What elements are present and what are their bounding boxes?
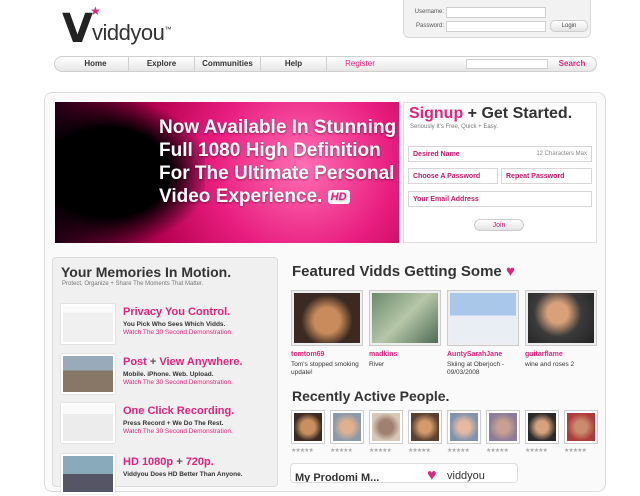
active-person[interactable]: ★★★★★ — [525, 410, 559, 458]
viddyou-logo[interactable]: V ★ viddyou™ — [62, 4, 172, 52]
vidd-description: River — [369, 361, 385, 368]
hero-headline: Now Available In Stunning Full 1080 High… — [159, 117, 397, 207]
feature-hd: HD 1080p + 720p. Viddyou Does HD Better … — [61, 454, 271, 496]
active-person[interactable]: ★★★★★ — [486, 410, 520, 458]
vidd-thumbnail[interactable] — [447, 290, 519, 346]
feature-recording: One Click Recording. Press Record + We D… — [61, 403, 271, 445]
main-nav: Home Explore Communities Help Register S… — [54, 56, 597, 72]
vidd-description: Tom's stopped smoking update! — [291, 361, 359, 376]
password-label: Password: — [415, 23, 444, 29]
person-avatar[interactable] — [486, 410, 520, 444]
active-person[interactable]: ★★★★★ — [330, 410, 364, 458]
logo-wordmark: viddyou™ — [92, 20, 171, 45]
feature-heading: One Click Recording. — [123, 405, 235, 417]
featured-vidds-title: Featured Vidds Getting Some ♥ — [292, 263, 515, 280]
feature-description: You Pick Who Sees Which Vidds. — [123, 321, 226, 328]
memories-title: Your Memories In Motion. — [61, 264, 232, 280]
memories-subtitle: Protect, Organize + Share The Moments Th… — [62, 281, 204, 287]
nav-home[interactable]: Home — [63, 57, 129, 71]
active-person[interactable]: ★★★★★ — [369, 410, 403, 458]
nav-register[interactable]: Register — [327, 57, 393, 71]
promo-banner[interactable]: My Prodomi M... ♥ viddyou — [290, 463, 518, 483]
person-rating: ★★★★★ — [486, 448, 509, 454]
active-person[interactable]: ★★★★★ — [447, 410, 481, 458]
feature-post-view: Post + View Anywhere. Mobile. iPhone. We… — [61, 354, 271, 396]
email-field[interactable]: Your Email Address — [408, 191, 592, 207]
vidd-username[interactable]: guitarflame — [525, 351, 563, 358]
nav-help[interactable]: Help — [261, 57, 327, 71]
vidd-username[interactable]: madkins — [369, 351, 397, 358]
feature-description: Mobile. iPhone. Web. Upload. — [123, 371, 214, 378]
name-hint: 12 Characters Max — [536, 151, 587, 157]
username-label: Username: — [414, 9, 444, 15]
recently-active-title: Recently Active People. — [292, 388, 450, 404]
person-avatar[interactable] — [291, 410, 325, 444]
logo-star-icon: ★ — [90, 4, 101, 18]
person-avatar[interactable] — [525, 410, 559, 444]
person-avatar[interactable] — [447, 410, 481, 444]
feature-privacy: Privacy You Control. You Pick Who Sees W… — [61, 304, 271, 346]
person-rating: ★★★★★ — [408, 448, 431, 454]
person-rating: ★★★★★ — [564, 448, 587, 454]
logo-letter: V — [62, 6, 93, 52]
featured-vidd[interactable]: guitarflame wine and roses 2 — [525, 290, 597, 370]
featured-vidd[interactable]: tomtom69 Tom's stopped smoking update! — [291, 290, 363, 376]
recording-screenshot-thumbnail[interactable] — [61, 403, 115, 443]
person-rating: ★★★★★ — [525, 448, 548, 454]
person-avatar[interactable] — [330, 410, 364, 444]
join-button[interactable]: Join — [474, 219, 524, 231]
nav-explore[interactable]: Explore — [129, 57, 195, 71]
person-avatar[interactable] — [369, 410, 403, 444]
watch-demo-link[interactable]: Watch The 30 Second Demonstration. — [123, 329, 233, 336]
person-rating: ★★★★★ — [369, 448, 392, 454]
person-rating: ★★★★★ — [447, 448, 470, 454]
signup-subtitle: Seriously It's Free, Quick + Easy. — [410, 124, 498, 130]
repeat-password-field[interactable]: Repeat Password — [501, 168, 592, 184]
feature-heading: Post + View Anywhere. — [123, 356, 243, 368]
vidd-username[interactable]: AuntySarahJane — [447, 351, 502, 358]
post-view-thumbnail[interactable] — [61, 354, 115, 394]
featured-vidd[interactable]: AuntySarahJane Skiing at Oberjoch - 09/0… — [447, 290, 519, 376]
desired-name-field[interactable]: Desired Name 12 Characters Max — [408, 146, 592, 162]
search-button[interactable]: Search — [552, 57, 592, 71]
person-rating: ★★★★★ — [330, 448, 353, 454]
signup-title: Signup + Get Started. — [409, 105, 573, 122]
watch-demo-link[interactable]: Watch The 30 Second Demonstration. — [123, 428, 233, 435]
nav-communities[interactable]: Communities — [195, 57, 261, 71]
login-button[interactable]: Login — [550, 20, 588, 32]
watch-demo-link[interactable]: Watch The 30 Second Demonstration. — [123, 379, 233, 386]
vidd-username[interactable]: tomtom69 — [291, 351, 324, 358]
vidd-description: wine and roses 2 — [525, 361, 575, 368]
heart-icon: ♥ — [427, 467, 437, 483]
feature-heading: Privacy You Control. — [123, 306, 231, 318]
search-input[interactable] — [466, 59, 548, 69]
vidd-thumbnail[interactable] — [525, 290, 597, 346]
feature-description: Viddyou Does HD Better Than Anyone. — [123, 471, 243, 478]
memories-panel: Your Memories In Motion. Protect, Organi… — [52, 257, 278, 494]
promo-title: My Prodomi M... — [295, 472, 380, 483]
signup-panel: Signup + Get Started. Seriously It's Fre… — [403, 102, 597, 243]
hero-banner[interactable]: Now Available In Stunning Full 1080 High… — [55, 102, 399, 243]
feature-heading: HD 1080p + 720p. — [123, 456, 214, 468]
login-box: Username: Password: Login — [403, 0, 591, 38]
person-avatar[interactable] — [564, 410, 598, 444]
password-input[interactable] — [446, 21, 546, 32]
vidd-description: Skiing at Oberjoch - 09/03/2008 — [447, 361, 505, 376]
heart-icon: ♥ — [505, 263, 515, 280]
privacy-screenshot-thumbnail[interactable] — [61, 304, 115, 344]
vidd-thumbnail[interactable] — [291, 290, 363, 346]
password-field[interactable]: Choose A Password — [408, 168, 498, 184]
feature-description: Press Record + We Do The Rest. — [123, 420, 224, 427]
featured-vidd[interactable]: madkins River — [369, 290, 441, 370]
username-input[interactable] — [446, 7, 546, 18]
hd-badge: HD — [327, 189, 350, 204]
person-avatar[interactable] — [408, 410, 442, 444]
vidd-thumbnail[interactable] — [369, 290, 441, 346]
active-person[interactable]: ★★★★★ — [408, 410, 442, 458]
person-rating: ★★★★★ — [291, 448, 314, 454]
promo-wordmark: viddyou — [447, 470, 485, 482]
active-person[interactable]: ★★★★★ — [564, 410, 598, 458]
active-person[interactable]: ★★★★★ — [291, 410, 325, 458]
hd-thumbnail[interactable] — [61, 454, 115, 494]
